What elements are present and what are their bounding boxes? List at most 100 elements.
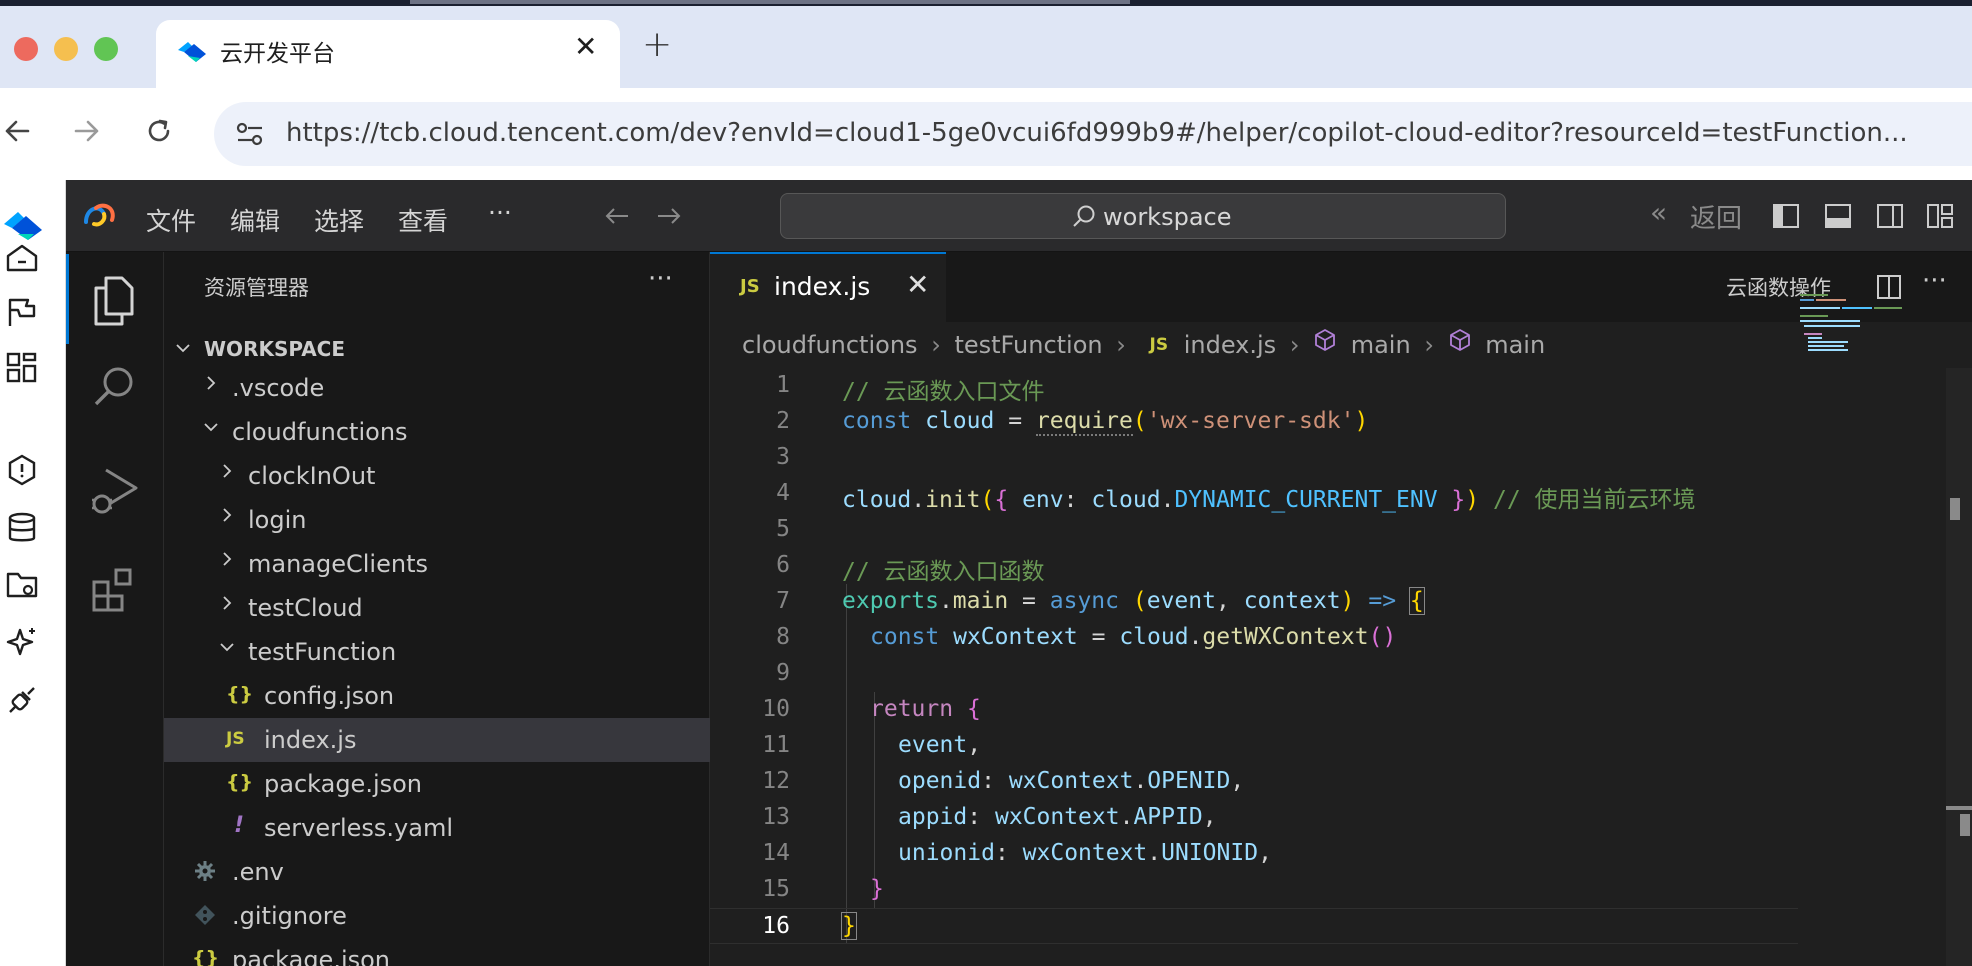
code-operator: , <box>1215 588 1230 614</box>
back-label[interactable]: 返回 <box>1690 198 1742 235</box>
tab-title: 云开发平台 <box>220 41 335 67</box>
command-center-search[interactable]: workspace <box>780 193 1506 239</box>
tree-item-folder[interactable]: login <box>164 498 710 542</box>
flag-icon[interactable] <box>4 294 40 330</box>
workspace-label: WORKSPACE <box>204 337 346 361</box>
code-identifier: wxContext <box>953 624 1078 650</box>
top-edge-segment <box>410 0 1130 4</box>
code-parameter: context <box>1243 588 1341 614</box>
tree-item-folder[interactable]: testCloud <box>164 586 710 630</box>
explorer-files-icon[interactable] <box>90 274 138 326</box>
code-line: 2 const cloud = require('wx-server-sdk') <box>710 404 1972 440</box>
chevron-down-icon <box>176 344 190 353</box>
top-edge <box>0 0 1972 6</box>
forward-arrow-icon[interactable] <box>74 118 100 144</box>
code-bracket: { <box>994 487 1009 513</box>
extensions-icon[interactable] <box>88 564 140 616</box>
code-property: unionid <box>898 840 995 866</box>
window-minimize-button[interactable] <box>54 37 78 61</box>
menu-more[interactable]: ··· <box>488 198 512 227</box>
site-settings-icon[interactable] <box>236 122 264 146</box>
toggle-panel-icon[interactable] <box>1824 202 1852 230</box>
breadcrumb-item[interactable]: index.js <box>1184 331 1276 359</box>
editor-tab-active[interactable]: JS index.js ✕ <box>710 252 946 322</box>
line-number: 3 <box>776 444 790 470</box>
editor-scrollbar[interactable] <box>1946 368 1972 966</box>
breadcrumb-item[interactable]: main <box>1351 331 1411 359</box>
address-toolbar: https://tcb.cloud.tencent.com/dev?envId=… <box>0 88 1972 180</box>
explorer-more-actions-button[interactable]: ··· <box>648 264 673 294</box>
menu-file[interactable]: 文件 <box>146 202 196 238</box>
breadcrumb: cloudfunctions › testFunction › JS index… <box>742 328 1545 368</box>
breadcrumb-item[interactable]: main <box>1485 331 1545 359</box>
gear-icon <box>195 861 215 881</box>
tree-item-folder[interactable]: clockInOut <box>164 454 710 498</box>
tree-item-label: testFunction <box>248 638 397 666</box>
scrollbar-marker <box>1946 806 1972 810</box>
menu-view[interactable]: 查看 <box>398 202 448 238</box>
tab-close-button[interactable]: ✕ <box>574 30 597 63</box>
back-arrow-icon[interactable] <box>4 118 30 144</box>
toggle-primary-sidebar-icon[interactable] <box>1772 202 1800 230</box>
cloudbase-logo-icon[interactable] <box>2 208 44 242</box>
code-bracket: () <box>1368 624 1397 650</box>
back-chevrons-icon[interactable]: « <box>1650 196 1667 229</box>
symbol-method-icon <box>1315 329 1335 351</box>
tree-item-file[interactable]: .gitignore <box>164 894 710 938</box>
json-file-icon: {} <box>192 947 220 966</box>
database-icon[interactable] <box>4 510 40 546</box>
menu-selection[interactable]: 选择 <box>314 202 364 238</box>
chevron-right-icon: › <box>931 331 941 359</box>
code-function: main <box>952 588 1009 614</box>
new-tab-button[interactable]: + <box>642 24 672 65</box>
tree-item-folder[interactable]: testFunction <box>164 630 710 674</box>
tree-item-file[interactable]: ! serverless.yaml <box>164 806 710 850</box>
line-number: 8 <box>776 624 790 650</box>
code-line-current: 16 } <box>710 908 1798 944</box>
breadcrumb-item[interactable]: cloudfunctions <box>742 331 918 359</box>
tree-item-file-selected[interactable]: JS index.js <box>164 718 710 762</box>
tree-item-folder[interactable]: .vscode <box>164 366 710 410</box>
code-identifier: wxContext <box>994 804 1120 830</box>
customize-layout-icon[interactable] <box>1926 202 1954 230</box>
window-zoom-button[interactable] <box>94 37 118 61</box>
run-debug-icon[interactable] <box>88 466 140 518</box>
apps-grid-icon[interactable] <box>4 350 40 386</box>
window-close-button[interactable] <box>14 37 38 61</box>
code-bracket: } <box>870 876 884 902</box>
workspace-folder[interactable]: WORKSPACE <box>164 326 710 370</box>
nav-back-icon[interactable] <box>604 206 630 226</box>
line-number: 1 <box>776 372 790 398</box>
chevron-down-icon <box>220 643 234 652</box>
line-number: 7 <box>776 588 790 614</box>
hexagon-icon[interactable] <box>4 452 40 488</box>
tree-item-folder[interactable]: cloudfunctions <box>164 410 710 454</box>
code-line: 6 // 云函数入口函数 <box>710 548 1972 585</box>
minimap[interactable] <box>1800 292 1920 352</box>
url-bar[interactable]: https://tcb.cloud.tencent.com/dev?envId=… <box>214 102 1972 166</box>
code-line: 11 event, <box>710 728 1972 764</box>
code-bracket: { <box>1408 587 1425 615</box>
browser-tab-active[interactable]: 云开发平台 ✕ <box>156 20 620 88</box>
storage-folder-icon[interactable] <box>4 566 40 602</box>
tree-item-file[interactable]: {} package.json <box>164 938 710 966</box>
editor-tab-close-button[interactable]: ✕ <box>906 268 929 301</box>
menu-edit[interactable]: 编辑 <box>230 202 280 238</box>
code-comment: // 云函数入口文件 <box>842 379 1045 405</box>
tree-item-file[interactable]: {} package.json <box>164 762 710 806</box>
tree-item-folder[interactable]: manageClients <box>164 542 710 586</box>
tree-item-file[interactable]: .env <box>164 850 710 894</box>
tree-item-file[interactable]: {} config.json <box>164 674 710 718</box>
url-text[interactable]: https://tcb.cloud.tencent.com/dev?envId=… <box>286 118 1908 148</box>
ai-sparkle-icon[interactable] <box>4 624 40 660</box>
plugin-connect-icon[interactable] <box>4 682 40 718</box>
code-line: 4 cloud.init({ env: cloud.DYNAMIC_CURREN… <box>710 476 1972 513</box>
breadcrumb-item[interactable]: testFunction <box>954 331 1102 359</box>
toggle-secondary-sidebar-icon[interactable] <box>1876 202 1904 230</box>
nav-forward-icon[interactable] <box>656 206 682 226</box>
home-icon[interactable] <box>4 240 40 276</box>
reload-icon[interactable] <box>146 118 172 144</box>
code-property: APPID <box>1133 804 1203 830</box>
editor-more-actions-button[interactable]: ··· <box>1922 266 1947 296</box>
search-icon[interactable] <box>92 364 138 410</box>
